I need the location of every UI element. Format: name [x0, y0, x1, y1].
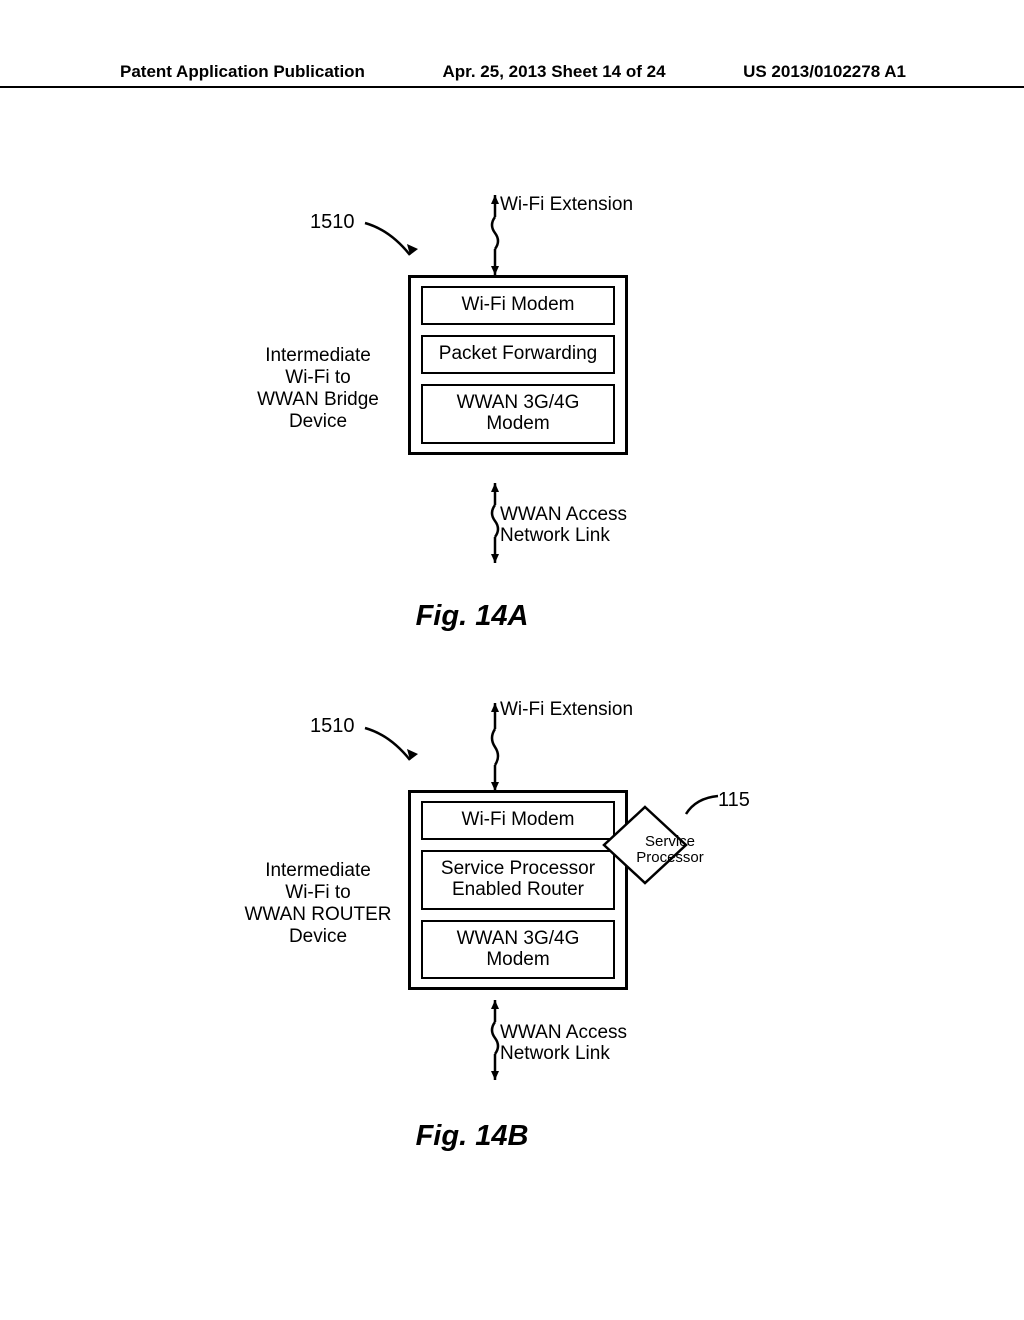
router-device-box: Wi-Fi Modem Service Processor Enabled Ro…	[408, 790, 628, 990]
side-label-a-text: Intermediate Wi-Fi to WWAN Bridge Device	[257, 345, 379, 432]
figure-14a: 1510 Intermediate Wi-Fi to WWAN Bridge D…	[0, 185, 1024, 625]
side-label-a: Intermediate Wi-Fi to WWAN Bridge Device	[238, 345, 398, 432]
leader-arrow-icon	[360, 215, 420, 265]
ref-1510-a: 1510	[310, 211, 355, 234]
bridge-device-box: Wi-Fi Modem Packet Forwarding WWAN 3G/4G…	[408, 275, 628, 455]
wifi-modem-text: Wi-Fi Modem	[462, 294, 575, 315]
leader-arrow-icon	[360, 720, 420, 770]
wwan-access-label-a: WWAN Access Network Link	[500, 505, 627, 547]
wwan-modem-block-b: WWAN 3G/4G Modem	[421, 920, 615, 980]
page-header: Patent Application Publication Apr. 25, …	[0, 62, 1024, 88]
svc-proc-text: Service Processor	[636, 833, 704, 866]
svc-router-text: Service Processor Enabled Router	[441, 858, 595, 900]
rf-link-icon	[488, 195, 502, 275]
header-right: US 2013/0102278 A1	[743, 62, 906, 82]
side-label-b: Intermediate Wi-Fi to WWAN ROUTER Device	[238, 860, 398, 947]
header-left: Patent Application Publication	[120, 62, 365, 82]
leader-curve-icon	[684, 790, 720, 818]
service-processor-label: Service Processor	[635, 834, 705, 866]
wwan-access-label-b: WWAN Access Network Link	[500, 1023, 627, 1065]
wifi-extension-label-a: Wi-Fi Extension	[500, 195, 633, 216]
packet-fwd-text: Packet Forwarding	[439, 343, 597, 364]
svc-router-block: Service Processor Enabled Router	[421, 850, 615, 910]
wwan-modem-text-b: WWAN 3G/4G Modem	[457, 928, 580, 970]
rf-link-icon	[488, 703, 502, 791]
ref-1510-b: 1510	[310, 715, 355, 738]
wwan-modem-text: WWAN 3G/4G Modem	[457, 392, 580, 434]
wwan-access-text-a: WWAN Access Network Link	[500, 504, 627, 546]
wifi-modem-text-b: Wi-Fi Modem	[462, 809, 575, 830]
header-mid: Apr. 25, 2013 Sheet 14 of 24	[443, 62, 666, 82]
figure-caption-b: Fig. 14B	[0, 1120, 984, 1153]
wifi-modem-block-b: Wi-Fi Modem	[421, 801, 615, 840]
wwan-access-text-b: WWAN Access Network Link	[500, 1022, 627, 1064]
side-label-b-text: Intermediate Wi-Fi to WWAN ROUTER Device	[244, 860, 391, 947]
wifi-extension-label-b: Wi-Fi Extension	[500, 700, 633, 721]
figure-14b: 1510 Intermediate Wi-Fi to WWAN ROUTER D…	[0, 670, 1024, 1140]
packet-forwarding-block: Packet Forwarding	[421, 335, 615, 374]
figure-caption-a: Fig. 14A	[0, 600, 984, 633]
wifi-modem-block: Wi-Fi Modem	[421, 286, 615, 325]
wwan-modem-block: WWAN 3G/4G Modem	[421, 384, 615, 444]
ref-115: 115	[718, 789, 750, 812]
